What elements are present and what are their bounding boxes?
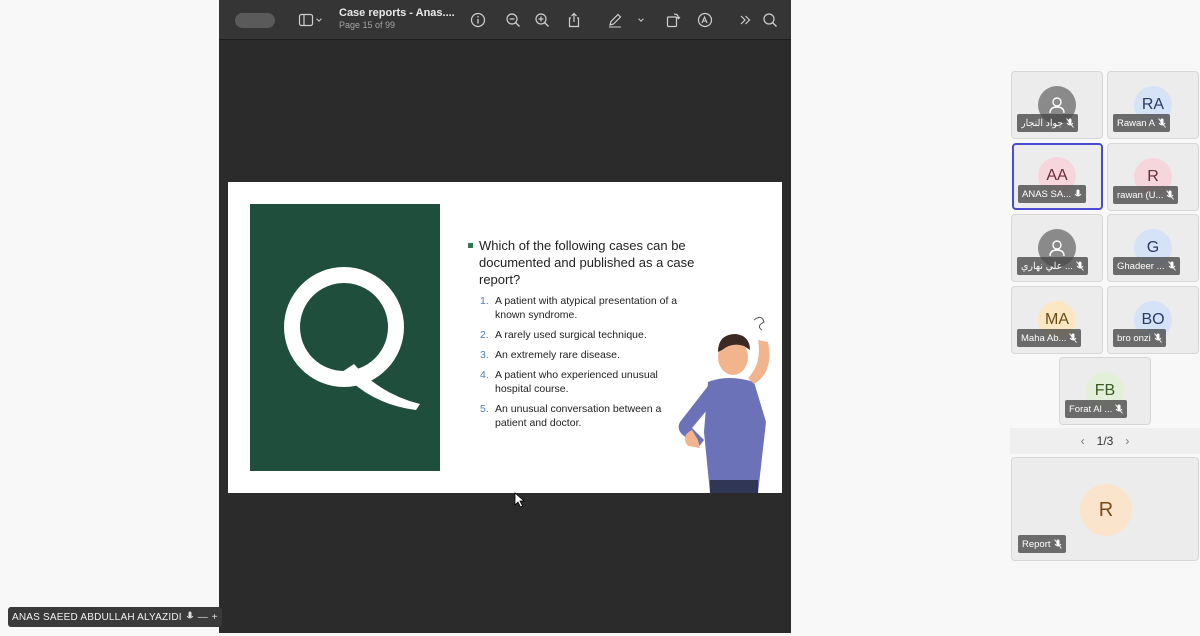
participant-name: Forat Al ... (1069, 403, 1113, 415)
participant-tile[interactable]: FB Forat Al ... (1059, 357, 1151, 425)
mouse-cursor-icon (514, 492, 526, 508)
participant-tile[interactable]: R rawan (U... (1107, 143, 1199, 211)
mic-muted-icon (1066, 118, 1075, 128)
bullet-marker (468, 243, 473, 248)
option-text: An extremely rare disease. (495, 349, 620, 361)
participant-tile[interactable]: BO bro onzi (1107, 286, 1199, 354)
self-name: ANAS SAEED ABDULLAH ALYAZIDI (12, 611, 182, 623)
mic-muted-icon (1166, 190, 1175, 200)
page-label: 1/3 (1096, 434, 1114, 448)
gallery-pager: ‹ 1/3 › (1010, 428, 1200, 454)
chevron-left-icon[interactable]: ‹ (1081, 434, 1085, 448)
markup-pen-icon[interactable] (605, 10, 625, 30)
participant-tile[interactable]: G Ghadeer ... (1107, 214, 1199, 282)
option-number: 5. (480, 403, 489, 415)
participant-name: bro onzi (1117, 332, 1151, 344)
participant-label: جواد النجار (1017, 114, 1079, 132)
page-indicator: Page 15 of 99 (339, 20, 396, 30)
zoom-in-icon[interactable] (532, 10, 552, 30)
user-icon (1049, 97, 1065, 114)
participant-name: Report (1022, 538, 1051, 550)
expand-icon[interactable]: + (212, 612, 218, 623)
q-graphic-block (250, 204, 440, 471)
option-number: 4. (480, 369, 489, 381)
meeting-window: Case reports - Anas.... Page 15 of 99 Wh… (0, 0, 1200, 636)
option-text: A rarely used surgical technique. (495, 329, 647, 341)
sidebar-toggle-icon[interactable] (296, 10, 316, 30)
viewer-toolbar: Case reports - Anas.... Page 15 of 99 (219, 0, 791, 40)
chevron-down-icon[interactable] (314, 10, 324, 30)
share-icon[interactable] (564, 10, 584, 30)
participant-label: ANAS SA... (1018, 185, 1087, 203)
participant-label: علي نهاري ... (1017, 257, 1088, 275)
document-title-block: Case reports - Anas.... Page 15 of 99 (339, 7, 459, 30)
option-number: 3. (480, 349, 489, 361)
participant-name: Rawan A (1117, 117, 1156, 129)
document-title: Case reports - Anas.... (339, 7, 455, 19)
participant-name: علي نهاري ... (1021, 260, 1073, 272)
minimize-icon[interactable]: — (198, 612, 208, 623)
mic-muted-icon (1158, 118, 1166, 128)
mic-muted-icon (1115, 404, 1124, 414)
participant-name: ANAS SA... (1022, 188, 1072, 200)
q-letter-graphic (284, 267, 420, 410)
self-name-tag: ANAS SAEED ABDULLAH ALYAZIDI — + (8, 607, 222, 627)
participant-name: Maha Ab... (1021, 332, 1067, 344)
participant-tile[interactable]: علي نهاري ... (1011, 214, 1103, 282)
shared-screen-viewer: Case reports - Anas.... Page 15 of 99 Wh… (219, 0, 791, 633)
rotate-icon[interactable] (663, 10, 683, 30)
avatar: R (1080, 484, 1132, 536)
participant-label: Report (1018, 535, 1066, 553)
participant-label: Ghadeer ... (1113, 257, 1180, 275)
mic-muted-icon (1069, 333, 1078, 343)
mic-muted-icon (1053, 539, 1062, 549)
window-controls-pill[interactable] (235, 13, 275, 28)
participant-tile[interactable]: RA Rawan A (1107, 71, 1199, 139)
user-icon (1049, 240, 1065, 257)
participant-label: bro onzi (1113, 329, 1166, 347)
annotate-icon[interactable] (695, 10, 715, 30)
participant-label: Rawan A (1113, 114, 1171, 132)
more-chevrons-icon[interactable] (735, 10, 755, 30)
slide-page: Which of the following cases can be docu… (228, 182, 782, 493)
participant-tile-active-speaker[interactable]: AA ANAS SA... (1012, 143, 1103, 210)
question-block: Which of the following cases can be docu… (468, 237, 708, 288)
participant-label: Forat Al ... (1065, 400, 1128, 418)
confused-person-illustration (678, 316, 770, 493)
option-number: 1. (480, 295, 489, 307)
mic-icon[interactable] (186, 611, 194, 624)
participant-tile[interactable]: MA Maha Ab... (1011, 286, 1103, 354)
mic-muted-icon (1153, 333, 1162, 343)
option-number: 2. (480, 329, 489, 341)
info-icon[interactable] (468, 10, 488, 30)
participant-name: جواد النجار (1021, 117, 1064, 129)
chevron-right-icon[interactable]: › (1125, 434, 1129, 448)
search-icon[interactable] (760, 10, 780, 30)
participant-label: rawan (U... (1113, 186, 1179, 204)
participant-label: Maha Ab... (1017, 329, 1082, 347)
mic-muted-icon (1167, 261, 1176, 271)
report-participant-tile[interactable]: R Report (1011, 457, 1199, 561)
participant-name: Ghadeer ... (1117, 260, 1165, 272)
zoom-out-icon[interactable] (503, 10, 523, 30)
mic-muted-icon (1076, 261, 1084, 271)
participant-name: rawan (U... (1117, 189, 1164, 201)
question-text: Which of the following cases can be docu… (479, 238, 695, 287)
chevron-down-icon[interactable] (634, 10, 648, 30)
participant-tile[interactable]: جواد النجار (1011, 71, 1103, 139)
mic-icon (1074, 189, 1082, 197)
